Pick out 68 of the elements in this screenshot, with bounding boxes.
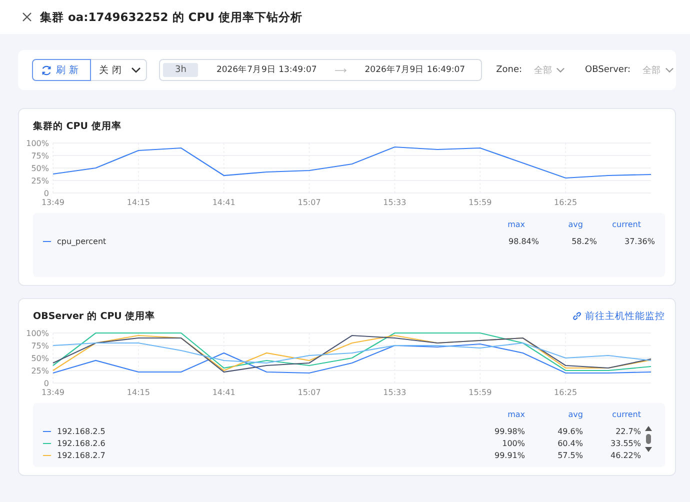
start-time: 2026年7月9日 13:49:07 [216, 64, 317, 76]
axis-label: 25% [31, 176, 49, 186]
column-header: max [506, 410, 525, 419]
scroll-up-icon[interactable] [644, 426, 652, 431]
column-header: max [506, 220, 525, 229]
time-range-picker[interactable]: 3h 2026年7月9日 13:49:07 2026年7月9日 16:49:07 [159, 59, 482, 81]
stat-value: 60.4% [556, 439, 583, 448]
axis-label: 0 [44, 379, 49, 388]
end-time: 2026年7月9日 16:49:07 [364, 64, 466, 76]
stat-value: 58.2% [570, 237, 597, 246]
axis-label: 25% [31, 366, 49, 376]
refresh-icon [41, 64, 52, 76]
stat-value: 22.7% [614, 427, 641, 436]
caret-icon [556, 67, 566, 73]
axis-label: 16:25 [554, 198, 578, 207]
axis-label: 14:41 [212, 198, 236, 207]
column-header: avg [567, 410, 583, 419]
stat-value: 98.84% [507, 237, 539, 246]
axis-label: 15:07 [298, 388, 321, 397]
axis-label: 14:15 [126, 198, 150, 207]
axis-label: 0 [44, 189, 49, 198]
axis-label: 75% [31, 342, 49, 350]
link-icon [572, 311, 582, 321]
axis-label: 75% [31, 152, 49, 160]
legend-label[interactable]: cpu_percent [57, 237, 106, 246]
arrow-icon [334, 68, 347, 72]
axis-label: 13:49 [41, 388, 65, 397]
column-header: current [611, 410, 641, 419]
column-header: current [611, 220, 641, 229]
axis-label: 100% [26, 139, 49, 148]
axis-label: 50% [31, 354, 49, 363]
chart-title: 集群的 CPU 使用率 [33, 120, 122, 132]
axis-label: 15:33 [383, 388, 406, 397]
axis-label: 15:59 [468, 388, 492, 397]
axis-label: 16:25 [554, 388, 578, 397]
axis-label: 14:41 [212, 388, 236, 397]
legend-label[interactable]: 192.168.2.6 [57, 439, 106, 448]
chart-title: OBServer 的 CPU 使用率 [33, 310, 156, 322]
axis-label: 15:07 [298, 198, 321, 207]
filter-label: OBServer: [585, 65, 631, 75]
stat-value: 57.5% [556, 451, 583, 460]
caret-icon [131, 67, 141, 73]
axis-label: 13:49 [41, 198, 65, 207]
stat-value: 99.91% [493, 451, 525, 460]
legend-label[interactable]: 192.168.2.7 [57, 451, 106, 460]
filter-label: Zone: [496, 65, 522, 75]
stat-value: 37.36% [623, 237, 655, 246]
scroll-down-icon[interactable] [644, 447, 652, 452]
refresh-button[interactable]: 刷新 [32, 59, 91, 81]
legend-label[interactable]: 192.168.2.5 [57, 427, 106, 436]
stat-value: 49.6% [556, 427, 583, 436]
close-icon[interactable] [22, 12, 32, 22]
axis-label: 100% [26, 329, 49, 338]
stat-value: 33.55% [609, 439, 641, 448]
page-title: 集群 oa:1749632252 的 CPU 使用率下钻分析 [40, 10, 302, 24]
axis-label: 14:15 [126, 388, 150, 397]
scrollbar-thumb[interactable] [646, 434, 650, 444]
axis-label: 50% [31, 164, 49, 173]
auto-refresh-select[interactable]: 关闭 [91, 59, 147, 81]
axis-label: 15:33 [383, 198, 406, 207]
range-preset-tag[interactable]: 3h [163, 63, 198, 77]
axis-label: 15:59 [468, 198, 492, 207]
stat-value: 46.22% [609, 451, 641, 460]
host-monitor-link[interactable]: 前往主机性能监控 [572, 310, 665, 322]
stat-value: 100% [501, 439, 525, 448]
stat-value: 99.98% [493, 427, 525, 436]
caret-icon [664, 67, 674, 73]
column-header: avg [567, 220, 583, 229]
